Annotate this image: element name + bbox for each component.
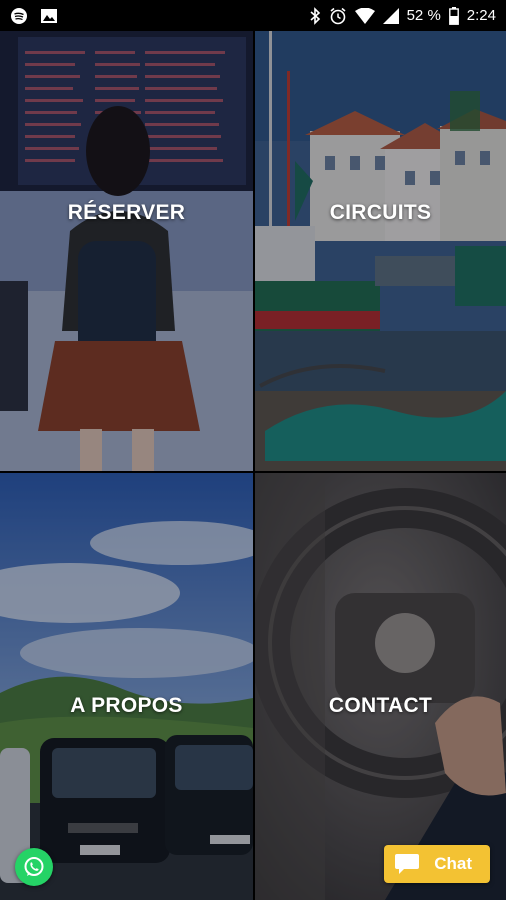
tile-overlay bbox=[0, 473, 253, 900]
whatsapp-icon bbox=[22, 855, 46, 879]
chat-bubble-icon bbox=[394, 853, 420, 875]
chat-label: Chat bbox=[434, 854, 472, 873]
tile-circuits[interactable]: CIRCUITS bbox=[255, 31, 506, 471]
whatsapp-button[interactable] bbox=[15, 848, 53, 886]
alarm-icon bbox=[329, 7, 347, 25]
bluetooth-icon bbox=[309, 6, 321, 25]
status-bar: 52 % 2:24 bbox=[0, 0, 506, 31]
chat-button[interactable]: Chat bbox=[384, 845, 490, 883]
tile-label-circuits: CIRCUITS bbox=[329, 201, 432, 224]
tile-label-contact: CONTACT bbox=[328, 694, 433, 717]
battery-icon bbox=[448, 6, 459, 25]
battery-percentage: 52 % bbox=[406, 7, 441, 24]
tile-a-propos[interactable]: A PROPOS bbox=[0, 473, 253, 900]
menu-grid: RÉSERVER CIRCUITS A PROPOS CONTACT bbox=[0, 31, 506, 900]
tile-reserver[interactable]: RÉSERVER bbox=[0, 31, 253, 471]
tile-label-a-propos: A PROPOS bbox=[70, 694, 183, 717]
clock: 2:24 bbox=[466, 7, 496, 24]
signal-icon bbox=[382, 7, 399, 24]
tile-overlay bbox=[255, 31, 506, 471]
tile-contact[interactable]: CONTACT bbox=[255, 473, 506, 900]
tile-label-reserver: RÉSERVER bbox=[67, 201, 186, 224]
image-icon bbox=[40, 8, 58, 24]
spotify-icon bbox=[10, 7, 28, 25]
tile-overlay bbox=[0, 31, 253, 471]
wifi-icon bbox=[354, 7, 375, 24]
tile-overlay bbox=[255, 473, 506, 900]
